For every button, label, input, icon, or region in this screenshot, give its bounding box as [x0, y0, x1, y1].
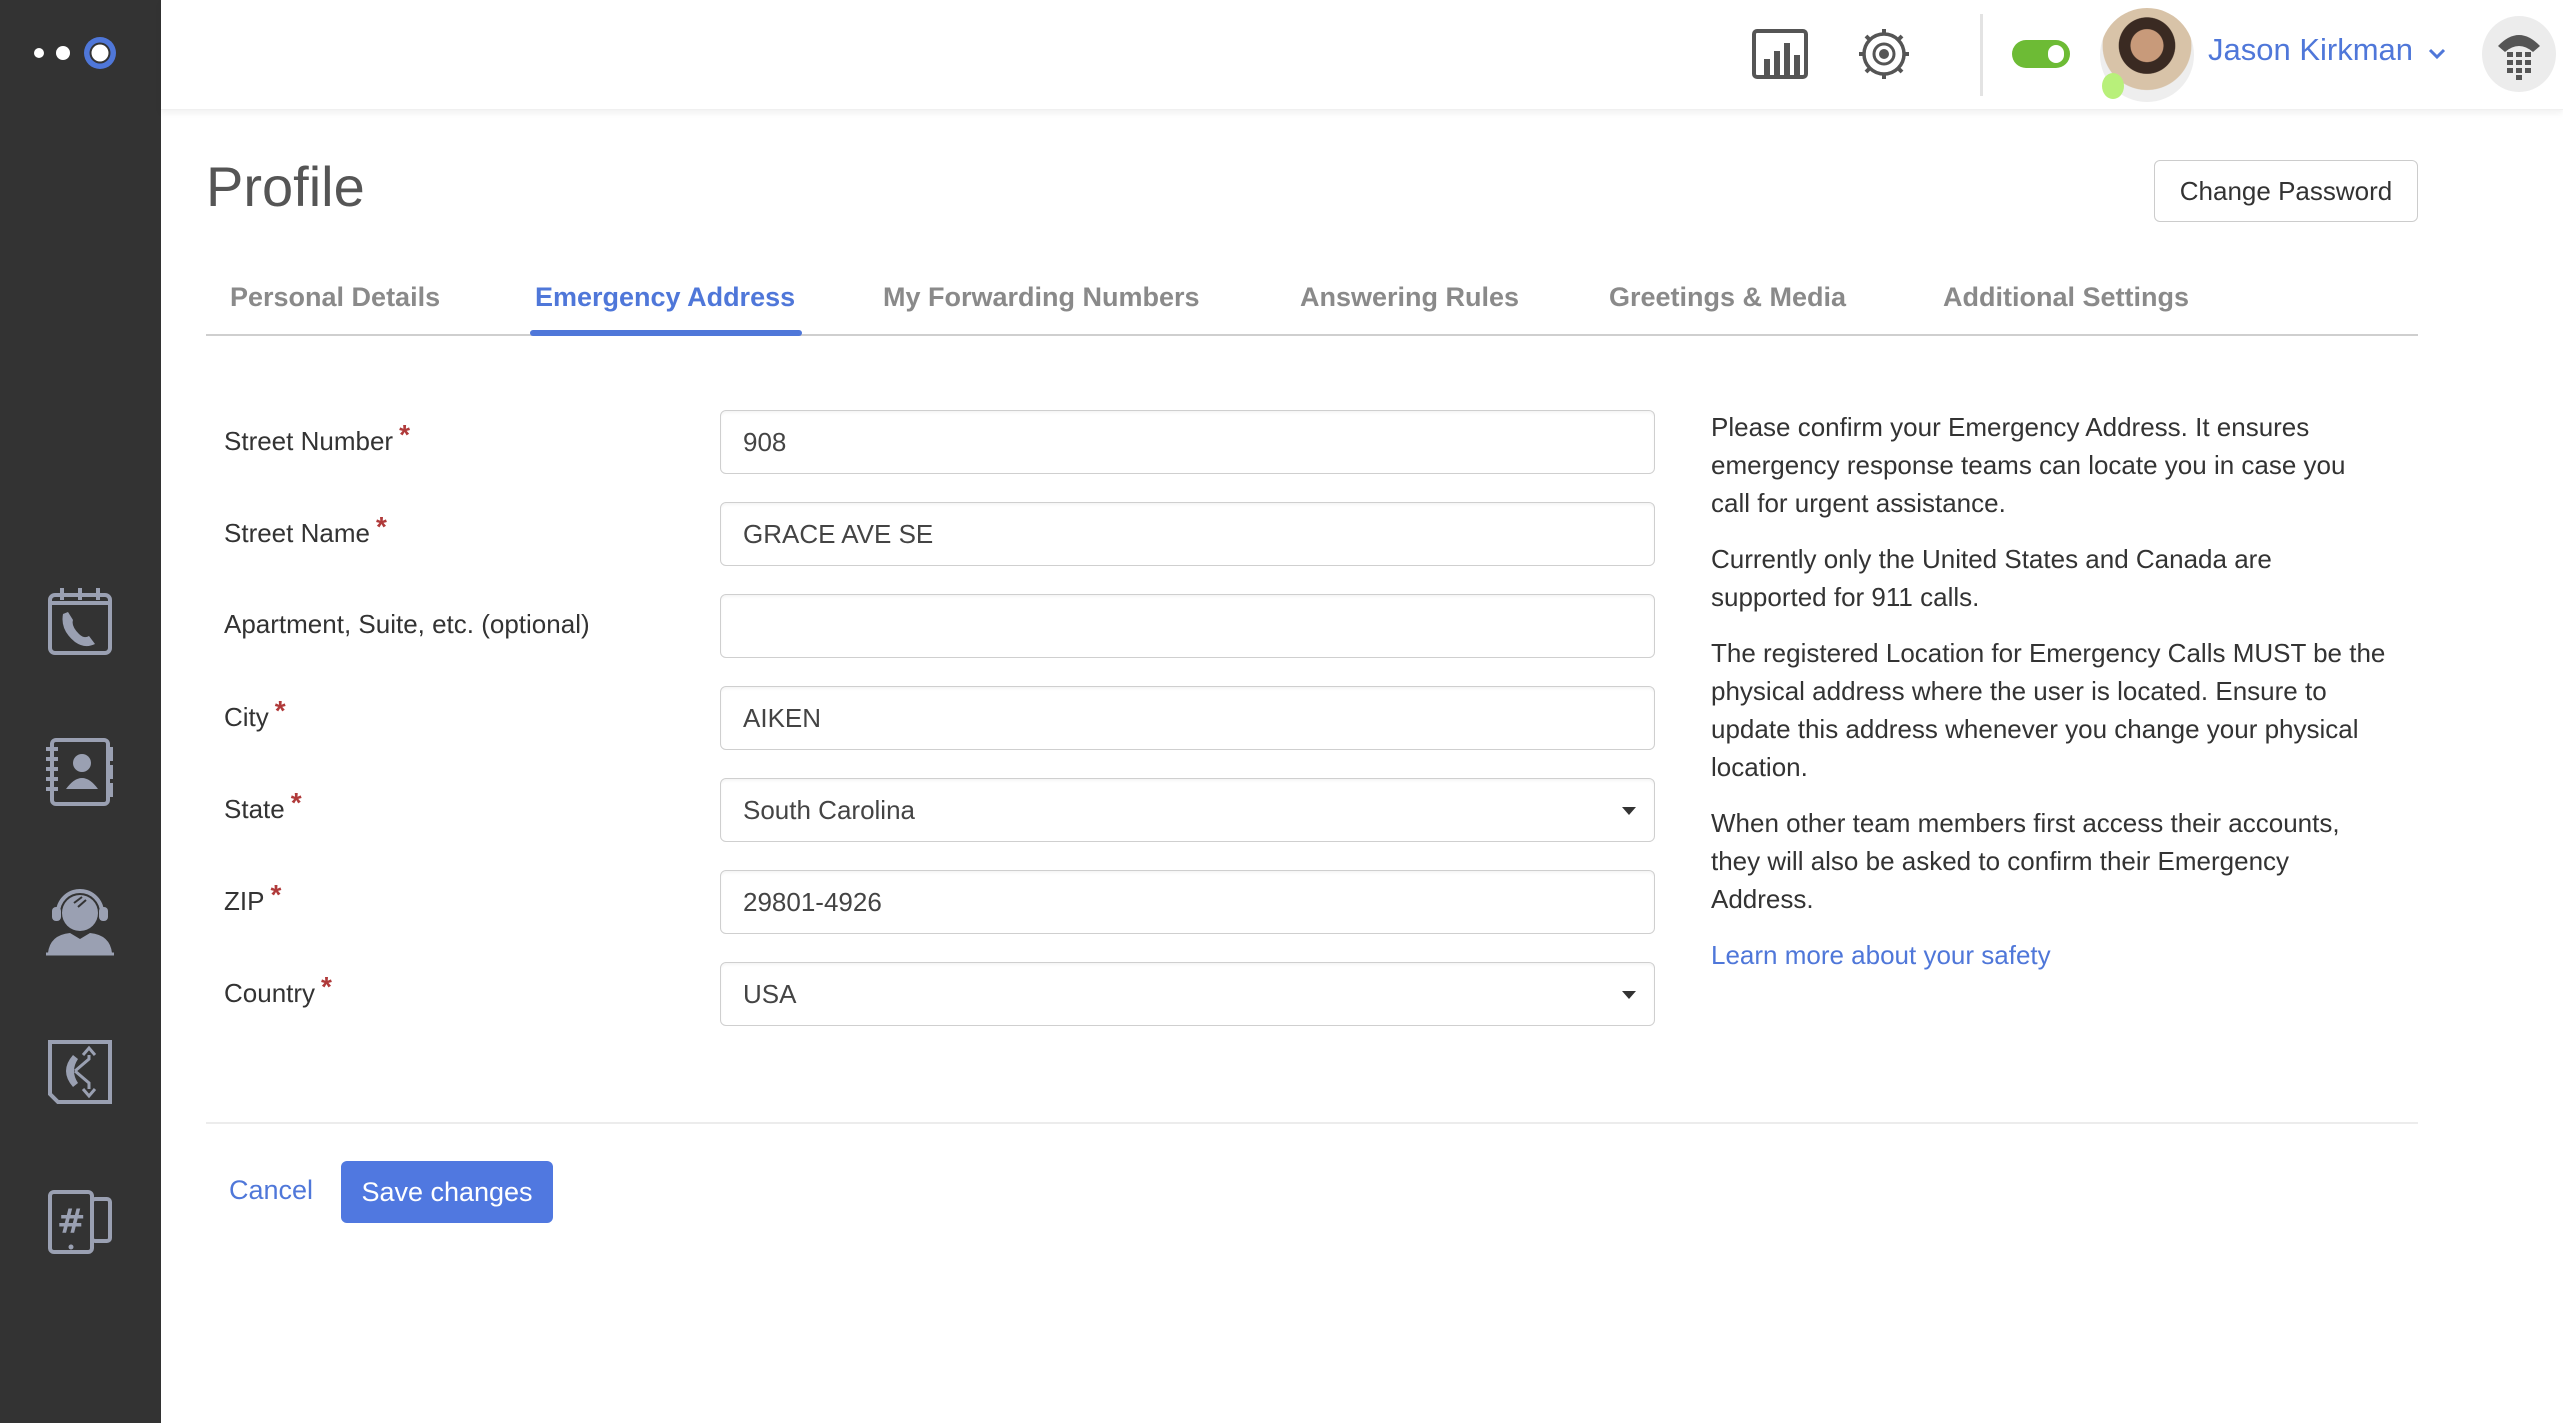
call-history-icon	[48, 588, 112, 655]
save-changes-button[interactable]: Save changes	[341, 1161, 553, 1223]
zip-input[interactable]: 29801-4926	[720, 870, 1655, 934]
chevron-down-icon	[2428, 48, 2446, 60]
dialpad-button[interactable]	[2482, 16, 2556, 92]
state-select[interactable]: South Carolina	[720, 778, 1655, 842]
sidebar-item-call-routing[interactable]	[40, 1032, 120, 1112]
tab-answering-rules[interactable]: Answering Rules	[1300, 282, 1519, 313]
active-tab-indicator	[530, 330, 802, 336]
country-select[interactable]: USA	[720, 962, 1655, 1026]
tab-my-forwarding-numbers[interactable]: My Forwarding Numbers	[883, 282, 1200, 313]
tab-emergency-address[interactable]: Emergency Address	[535, 282, 795, 313]
zip-label: ZIP *	[224, 879, 282, 916]
city-input[interactable]: AIKEN	[720, 686, 1655, 750]
required-indicator: *	[375, 511, 387, 542]
emergency-info-panel: Please confirm your Emergency Address. I…	[1711, 408, 2391, 974]
cancel-button[interactable]: Cancel	[229, 1175, 313, 1206]
country-select-value: USA	[743, 978, 797, 1009]
page-title: Profile	[206, 155, 365, 218]
caret-down-icon	[1622, 991, 1636, 999]
street-name-input[interactable]: GRACE AVE SE	[720, 502, 1655, 566]
user-name[interactable]: Jason Kirkman	[2208, 32, 2413, 68]
availability-toggle[interactable]	[2012, 40, 2070, 68]
learn-more-link[interactable]: Learn more about your safety	[1711, 940, 2051, 970]
info-paragraph: Please confirm your Emergency Address. I…	[1711, 412, 2346, 518]
profile-tabs: Personal Details Emergency Address My Fo…	[206, 270, 2418, 336]
state-label: State *	[224, 787, 302, 824]
street-name-label: Street Name *	[224, 511, 387, 548]
analytics-icon	[1752, 29, 1808, 79]
required-indicator: *	[274, 695, 286, 726]
sidebar: #	[0, 0, 161, 1423]
tab-additional-settings[interactable]: Additional Settings	[1943, 282, 2189, 313]
tab-greetings-media[interactable]: Greetings & Media	[1609, 282, 1846, 313]
contacts-icon	[46, 738, 113, 806]
sidebar-item-phone-numbers[interactable]: #	[40, 1182, 120, 1262]
form-divider	[206, 1122, 2418, 1124]
svg-text:#: #	[57, 1202, 86, 1242]
street-number-label: Street Number *	[224, 419, 410, 456]
header-divider	[1980, 14, 1983, 96]
required-indicator: *	[321, 971, 332, 1002]
info-paragraph: Currently only the United States and Can…	[1711, 544, 2272, 612]
sidebar-item-call-history[interactable]	[40, 582, 120, 662]
change-password-button[interactable]: Change Password	[2154, 160, 2418, 222]
call-routing-icon	[48, 1040, 112, 1104]
phone-numbers-icon: #	[48, 1190, 112, 1254]
info-paragraph: When other team members first access the…	[1711, 808, 2340, 914]
country-label: Country *	[224, 971, 332, 1008]
street-number-input[interactable]: 908	[720, 410, 1655, 474]
user-menu-chevron[interactable]	[2426, 42, 2448, 64]
tab-personal-details[interactable]: Personal Details	[230, 282, 440, 313]
state-select-value: South Carolina	[743, 794, 915, 825]
required-indicator: *	[270, 879, 282, 910]
brand-logo[interactable]	[30, 34, 130, 74]
phone-dialpad-icon	[2498, 35, 2540, 80]
required-indicator: *	[399, 419, 410, 450]
settings-icon	[1859, 29, 1909, 79]
caret-down-icon	[1622, 807, 1636, 815]
apartment-label: Apartment, Suite, etc. (optional)	[224, 609, 590, 639]
top-bar	[161, 0, 2563, 110]
call-center-agent-icon	[46, 889, 114, 956]
info-paragraph: The registered Location for Emergency Ca…	[1711, 638, 2386, 782]
sidebar-item-call-center[interactable]	[40, 882, 120, 962]
city-label: City *	[224, 695, 286, 732]
sidebar-item-contacts[interactable]	[40, 732, 120, 812]
settings-button[interactable]	[1852, 22, 1916, 86]
analytics-button[interactable]	[1748, 22, 1812, 86]
presence-indicator	[2102, 73, 2124, 99]
apartment-input[interactable]	[720, 594, 1655, 658]
required-indicator: *	[290, 787, 302, 818]
